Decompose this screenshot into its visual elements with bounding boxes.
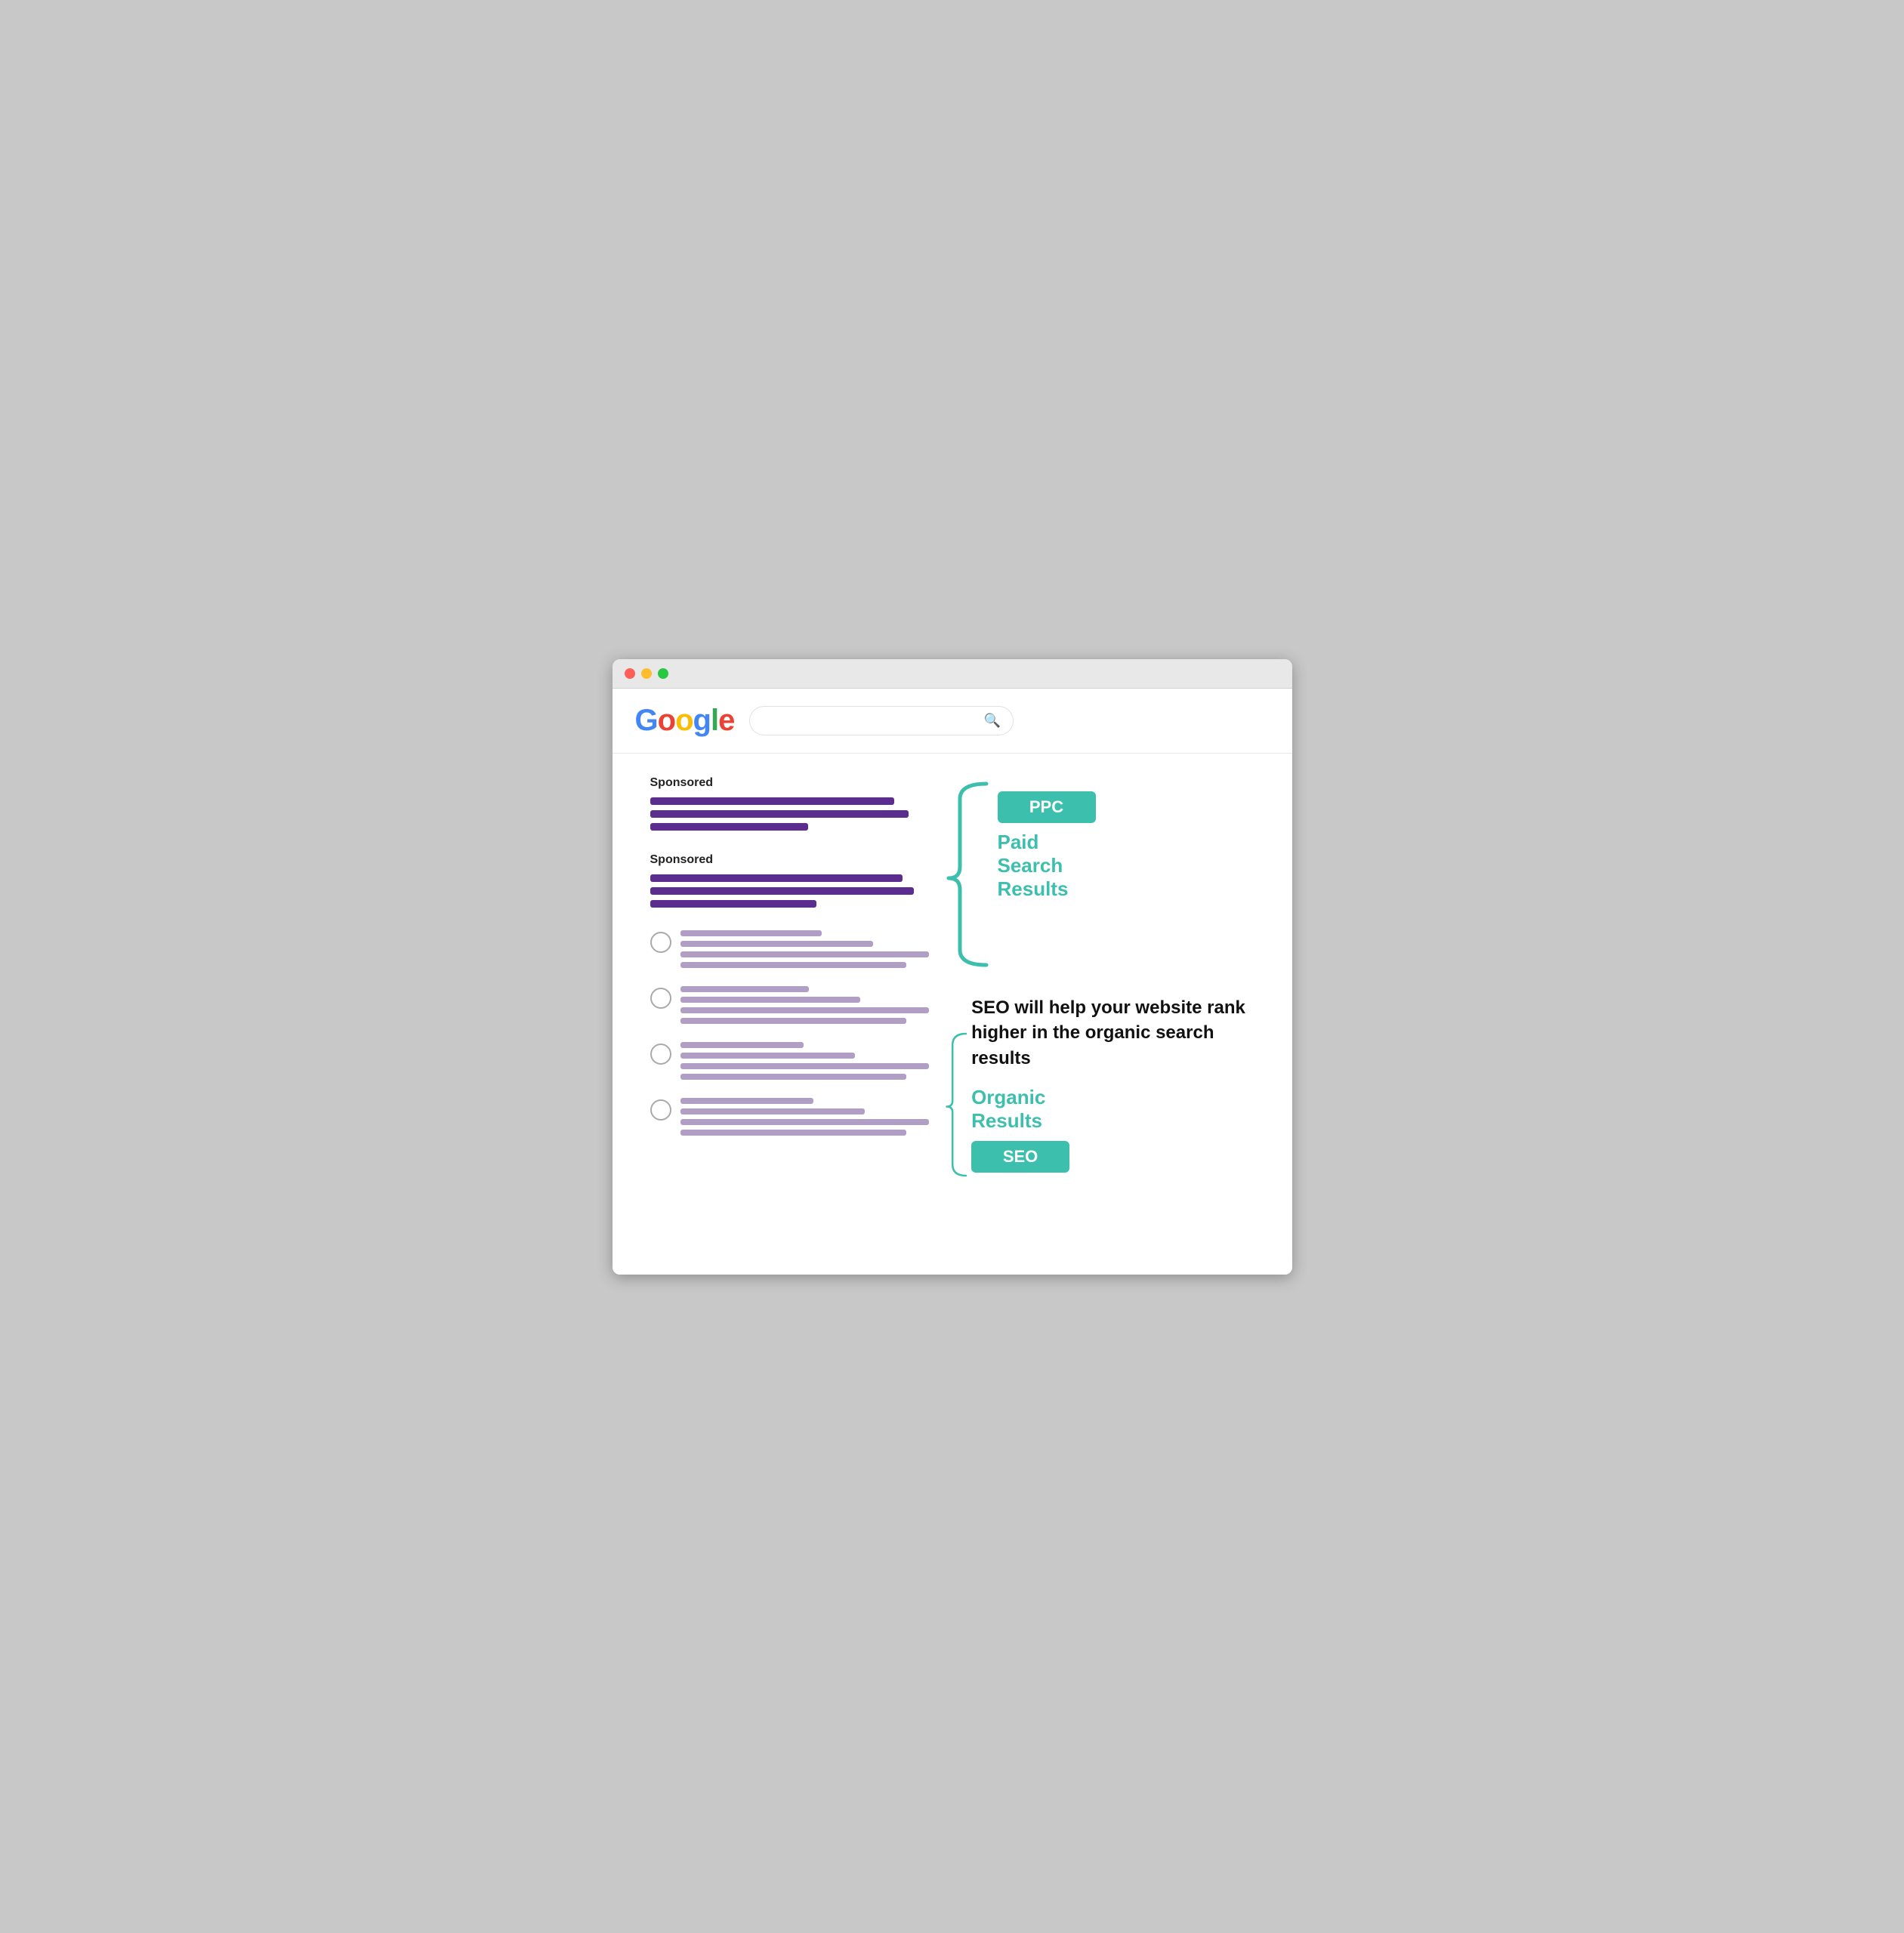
paid-search-results-label: Paid Search Results [998, 831, 1096, 902]
sponsored-block-1: Sponsored [650, 776, 937, 831]
logo-g: G [635, 704, 658, 737]
maximize-button[interactable] [658, 668, 668, 679]
search-icon: 🔍 [984, 713, 1001, 729]
results-column: Sponsored Sponsored [650, 776, 937, 1252]
ad-bar-2-2 [650, 887, 915, 895]
main-content: Sponsored Sponsored [613, 754, 1292, 1275]
organic-section [650, 930, 937, 1140]
organic-item-3 [650, 1042, 937, 1084]
result-icon-2 [650, 988, 671, 1009]
organic-bar-4-4 [680, 1130, 906, 1136]
result-icon-4 [650, 1099, 671, 1121]
organic-bar-2-1 [680, 986, 809, 992]
logo-l: l [711, 704, 718, 737]
google-logo: Google [635, 704, 735, 738]
close-button[interactable] [625, 668, 635, 679]
organic-bar-4-1 [680, 1098, 814, 1104]
ad-bar-1-3 [650, 823, 808, 831]
ppc-annotation: PPC Paid Search Results [945, 776, 1270, 973]
seo-annotation: SEO will help your website rank higher i… [945, 957, 1270, 1252]
ad-bar-1-2 [650, 810, 909, 818]
ppc-label-block: PPC Paid Search Results [998, 776, 1096, 902]
organic-item-2 [650, 986, 937, 1028]
google-header: Google 🔍 [613, 689, 1292, 754]
seo-label-block: SEO will help your website rank higher i… [971, 957, 1269, 1173]
organic-bar-4-2 [680, 1108, 866, 1114]
organic-bar-1-3 [680, 951, 930, 957]
organic-item-1 [650, 930, 937, 973]
organic-bar-3-1 [680, 1042, 804, 1048]
organic-bar-1-4 [680, 962, 906, 968]
minimize-button[interactable] [641, 668, 652, 679]
logo-o1: o [658, 704, 675, 737]
ppc-badge: PPC [998, 791, 1096, 823]
search-bar[interactable]: 🔍 [749, 706, 1014, 735]
browser-window: Google 🔍 Sponsored Sponsored [613, 659, 1292, 1275]
organic-bar-3-3 [680, 1063, 930, 1069]
organic-lines-1 [680, 930, 937, 973]
organic-lines-3 [680, 1042, 937, 1084]
ad-bar-2-3 [650, 900, 816, 908]
ad-bar-2-1 [650, 874, 903, 882]
logo-g2: g [693, 704, 711, 737]
titlebar [613, 659, 1292, 689]
organic-bar-3-4 [680, 1074, 906, 1080]
sponsored-label-1: Sponsored [650, 776, 937, 790]
seo-description: SEO will help your website rank higher i… [971, 995, 1269, 1071]
logo-o2: o [675, 704, 693, 737]
ad-bar-1-1 [650, 797, 894, 805]
result-icon-3 [650, 1044, 671, 1065]
organic-lines-2 [680, 986, 937, 1028]
seo-bracket-icon [945, 957, 972, 1252]
organic-bar-2-3 [680, 1007, 930, 1013]
search-input[interactable] [762, 714, 978, 727]
sponsored-block-2: Sponsored [650, 853, 937, 908]
organic-bar-2-2 [680, 997, 860, 1003]
organic-lines-4 [680, 1098, 937, 1140]
organic-bar-2-4 [680, 1018, 906, 1024]
organic-bar-3-2 [680, 1053, 855, 1059]
sponsored-label-2: Sponsored [650, 853, 937, 867]
browser-content: Google 🔍 Sponsored Sponsored [613, 689, 1292, 1275]
annotation-area: PPC Paid Search Results SEO will help yo… [937, 776, 1270, 1252]
organic-bar-1-1 [680, 930, 822, 936]
ppc-bracket-icon [945, 776, 998, 973]
organic-bar-4-3 [680, 1119, 930, 1125]
organic-bar-1-2 [680, 941, 873, 947]
organic-results-label: Organic Results [971, 1086, 1269, 1133]
logo-e: e [718, 704, 734, 737]
result-icon-1 [650, 932, 671, 953]
seo-badge: SEO [971, 1141, 1069, 1173]
organic-item-4 [650, 1098, 937, 1140]
